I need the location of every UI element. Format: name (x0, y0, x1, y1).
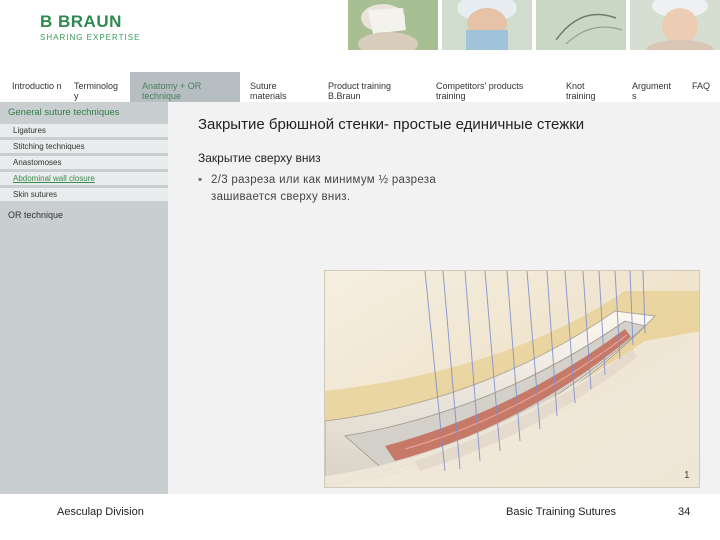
header-photo-surgeon-mask (348, 0, 438, 50)
sidebar-item-abdominal-wall-closure[interactable]: Abdominal wall closure (0, 172, 168, 186)
sidebar: General suture techniques Ligatures Stit… (0, 102, 168, 494)
sidebar-item-label: Skin sutures (13, 190, 58, 199)
nav-item-arguments[interactable]: Argument s (632, 72, 678, 102)
page-number: 34 (678, 506, 691, 518)
sidebar-item-anastomoses[interactable]: Anastomoses (0, 156, 168, 170)
slide-subheading: Закрытие сверху вниз (198, 151, 321, 165)
sidebar-item-ligatures[interactable]: Ligatures (0, 124, 168, 138)
top-nav: Introductio n Terminolog y Anatomy + OR … (0, 72, 720, 102)
nav-item-competitors-training[interactable]: Competitors' products training (436, 72, 532, 102)
nav-item-faq[interactable]: FAQ (692, 72, 718, 102)
bullet-icon: ▪ (198, 174, 203, 186)
header: B BRAUN SHARING EXPERTISE (0, 0, 720, 52)
figure-number: 1 (684, 470, 690, 481)
illustration-svg (325, 271, 699, 487)
sidebar-item-label: Ligatures (13, 126, 46, 135)
nav-item-anatomy-or-technique[interactable]: Anatomy + OR technique (130, 72, 240, 102)
bullet-text: 2/3 разреза или как минимум ½ разреза за… (211, 174, 437, 203)
logo-tagline: SHARING EXPERTISE (40, 33, 141, 42)
nav-item-suture-materials[interactable]: Suture materials (250, 72, 300, 102)
nav-item-introduction[interactable]: Introductio n (12, 72, 64, 102)
sidebar-or-technique[interactable]: OR technique (8, 210, 63, 220)
footer-course: Basic Training Sutures (506, 506, 617, 518)
nav-item-knot-training[interactable]: Knot training (566, 72, 608, 102)
nav-item-product-training[interactable]: Product training B.Braun (328, 72, 404, 102)
footer: Aesculap Division Basic Training Sutures… (0, 494, 720, 540)
sidebar-header: General suture techniques (8, 107, 120, 118)
bbraun-logo[interactable]: B BRAUN SHARING EXPERTISE (40, 12, 140, 42)
nav-item-terminology[interactable]: Terminolog y (74, 72, 124, 102)
sidebar-item-label: Anastomoses (13, 158, 62, 167)
footer-division: Aesculap Division (57, 506, 144, 518)
header-photo-nurse (630, 0, 720, 50)
sidebar-item-stitching-techniques[interactable]: Stitching techniques (0, 140, 168, 154)
sidebar-item-label: Stitching techniques (13, 142, 85, 151)
sidebar-item-label: Abdominal wall closure (13, 174, 95, 183)
header-photo-surgeon-cap (442, 0, 532, 50)
abdominal-wall-suture-illustration (324, 270, 700, 488)
header-photo-suture-needle (536, 0, 626, 50)
slide-title: Закрытие брюшной стенки- простые единичн… (198, 116, 585, 133)
sidebar-item-skin-sutures[interactable]: Skin sutures (0, 188, 168, 202)
bullet-point: ▪ 2/3 разреза или как минимум ½ разреза … (198, 172, 498, 206)
logo-name: B BRAUN (40, 12, 122, 31)
